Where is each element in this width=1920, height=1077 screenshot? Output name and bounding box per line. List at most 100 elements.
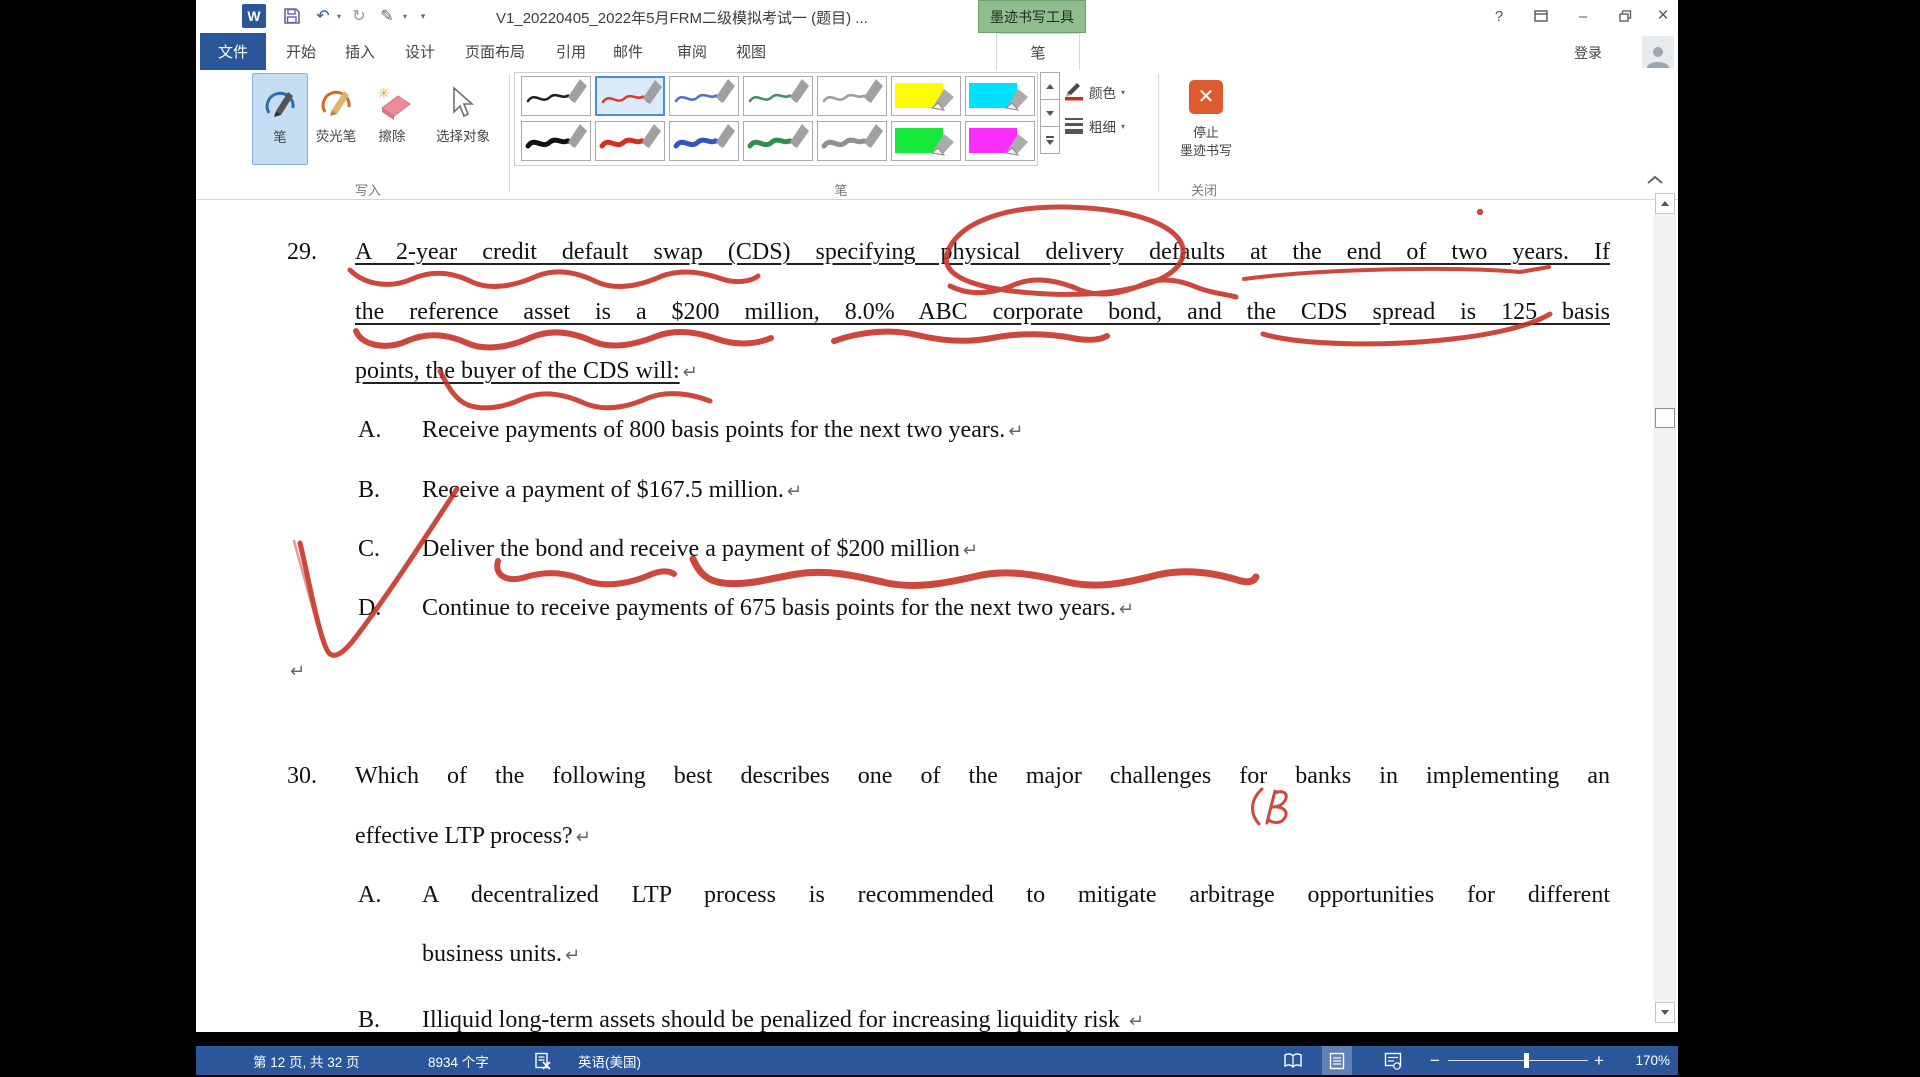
- tab-review[interactable]: 审阅: [677, 33, 707, 70]
- q29-stem-2: the reference asset is a $200 million, 8…: [355, 296, 1610, 328]
- highlighter-tool-button[interactable]: 荧光笔: [310, 73, 362, 165]
- zoom-slider-thumb[interactable]: [1524, 1053, 1529, 1068]
- pen-gallery-cell-highlighter[interactable]: [891, 76, 961, 116]
- undo-icon[interactable]: ↶: [312, 4, 334, 28]
- pen-gallery-cell-pen[interactable]: [817, 76, 887, 116]
- scrollbar-thumb[interactable]: [1655, 408, 1675, 428]
- pilcrow-mark: ↵: [787, 476, 802, 508]
- zoom-slider-track[interactable]: [1448, 1060, 1588, 1061]
- pen-gallery-cell-pen[interactable]: [669, 76, 739, 116]
- document-canvas[interactable]: 29. A 2-year credit default swap (CDS) s…: [196, 200, 1678, 1032]
- read-mode-button[interactable]: [1278, 1046, 1308, 1075]
- tab-pen-active[interactable]: 笔: [996, 33, 1080, 70]
- tab-view[interactable]: 视图: [736, 33, 766, 70]
- collapse-ribbon-icon[interactable]: [1646, 172, 1664, 190]
- qat-customize-icon[interactable]: ▾: [416, 4, 430, 28]
- close-group-label: 关闭: [1191, 180, 1217, 199]
- pen-gallery-cell-pen[interactable]: [521, 121, 591, 161]
- pen-gallery-row-2: [521, 121, 1035, 161]
- screen: { "title_bar": { "title": "V1_20220405_2…: [0, 0, 1920, 1077]
- color-label: 颜色: [1089, 82, 1116, 102]
- pen-gallery-cell-highlighter[interactable]: [891, 121, 961, 161]
- ink-pointer-dropdown-icon[interactable]: ▾: [400, 4, 410, 28]
- language-indicator[interactable]: 英语(美国): [578, 1046, 641, 1075]
- group-separator: [1158, 74, 1159, 192]
- word-window: W ↶ ▾ ↻ ✎ ▾ ▾ V1_20220405_2022年5月FRM二级模拟…: [196, 0, 1678, 1032]
- ink-pointer-icon[interactable]: ✎: [376, 4, 398, 28]
- color-icon: [1064, 81, 1084, 104]
- tab-page-layout[interactable]: 页面布局: [465, 33, 525, 70]
- eraser-tool-label: 擦除: [379, 125, 406, 145]
- pilcrow-mark: ↵: [565, 940, 580, 972]
- sign-in-link[interactable]: 登录: [1574, 43, 1602, 63]
- pen-gallery-row-1: [521, 76, 1035, 116]
- avatar[interactable]: [1642, 36, 1674, 68]
- restore-button[interactable]: [1610, 5, 1640, 27]
- gallery-scroll-up-icon[interactable]: [1040, 72, 1060, 100]
- gallery-scroll-down-icon[interactable]: [1040, 99, 1060, 127]
- pen-gallery-cell-pen[interactable]: [595, 121, 665, 161]
- pilcrow-mark: ↵: [1008, 416, 1023, 448]
- pen-gallery-cell-pen[interactable]: [595, 76, 665, 116]
- zoom-out-button[interactable]: −: [1430, 1046, 1440, 1075]
- q30-stem-1: Which of the following best describes on…: [355, 760, 1610, 792]
- pen-icon: [261, 82, 299, 126]
- gallery-more-icon[interactable]: [1040, 126, 1060, 154]
- pilcrow-mark: ↵: [683, 357, 698, 389]
- color-dropdown-icon: ▾: [1121, 88, 1131, 97]
- pen-gallery: [514, 72, 1038, 166]
- select-objects-button[interactable]: 选择对象: [424, 73, 502, 165]
- word-logo-icon: W: [242, 4, 266, 28]
- tab-mailings[interactable]: 邮件: [613, 33, 643, 70]
- pilcrow-mark: ↵: [290, 656, 305, 688]
- pen-tool-button[interactable]: 笔: [252, 73, 308, 165]
- pen-gallery-cell-pen[interactable]: [521, 76, 591, 116]
- pen-gallery-cell-pen[interactable]: [817, 121, 887, 161]
- close-button[interactable]: ×: [1648, 5, 1678, 27]
- pen-gallery-cell-pen[interactable]: [743, 121, 813, 161]
- pen-gallery-cell-pen[interactable]: [669, 121, 739, 161]
- q29-number: 29.: [287, 236, 317, 268]
- print-layout-button[interactable]: [1322, 1046, 1352, 1075]
- redo-icon[interactable]: ↻: [348, 4, 370, 28]
- pen-gallery-cell-highlighter[interactable]: [965, 76, 1035, 116]
- minimize-button[interactable]: –: [1568, 5, 1598, 27]
- pen-tool-label: 笔: [273, 126, 287, 146]
- tab-file[interactable]: 文件: [200, 33, 266, 70]
- ink-tools-contextual-header: 墨迹书写工具: [978, 0, 1086, 33]
- ribbon: 笔 荧光笔 ✳ 擦除 选择对象 写入: [196, 70, 1678, 200]
- q30-number: 30.: [287, 760, 317, 792]
- zoom-in-button[interactable]: +: [1594, 1046, 1604, 1075]
- tab-insert[interactable]: 插入: [345, 33, 375, 70]
- tab-references[interactable]: 引用: [556, 33, 586, 70]
- pens-group-label: 笔: [834, 180, 847, 199]
- tab-design[interactable]: 设计: [405, 33, 435, 70]
- group-separator: [509, 74, 510, 192]
- write-group-label: 写入: [355, 180, 381, 199]
- status-bar: 第 12 页, 共 32 页 8934 个字 英语(美国) − + 170%: [196, 1046, 1678, 1075]
- word-count[interactable]: 8934 个字: [428, 1046, 489, 1075]
- proofing-status-icon[interactable]: [534, 1046, 552, 1075]
- page-indicator[interactable]: 第 12 页, 共 32 页: [253, 1046, 360, 1075]
- pen-gallery-cell-highlighter[interactable]: [965, 121, 1035, 161]
- zoom-level[interactable]: 170%: [1620, 1046, 1670, 1075]
- tab-home[interactable]: 开始: [286, 33, 316, 70]
- pen-gallery-cell-pen[interactable]: [743, 76, 813, 116]
- web-layout-button[interactable]: [1378, 1046, 1408, 1075]
- eraser-tool-button[interactable]: ✳ 擦除: [365, 73, 419, 165]
- thickness-icon: [1064, 115, 1084, 138]
- ink-thickness-button[interactable]: 粗细 ▾: [1064, 112, 1131, 140]
- undo-dropdown-icon[interactable]: ▾: [334, 4, 344, 28]
- pilcrow-mark: ↵: [963, 535, 978, 567]
- q29-stem-3: points, the buyer of the CDS will:↵: [355, 355, 698, 389]
- ribbon-display-options-button[interactable]: [1526, 5, 1556, 27]
- ink-color-button[interactable]: 颜色 ▾: [1064, 78, 1131, 106]
- help-button[interactable]: ?: [1484, 5, 1514, 27]
- thickness-label: 粗细: [1089, 116, 1116, 136]
- stop-inking-button[interactable]: ✕ 停止 墨迹书写: [1164, 74, 1248, 174]
- scroll-up-icon[interactable]: [1655, 193, 1675, 214]
- scroll-down-icon[interactable]: [1655, 1002, 1675, 1023]
- vertical-scrollbar[interactable]: [1654, 214, 1676, 1002]
- stop-inking-label-1: 停止: [1193, 124, 1219, 142]
- save-icon[interactable]: [280, 4, 304, 28]
